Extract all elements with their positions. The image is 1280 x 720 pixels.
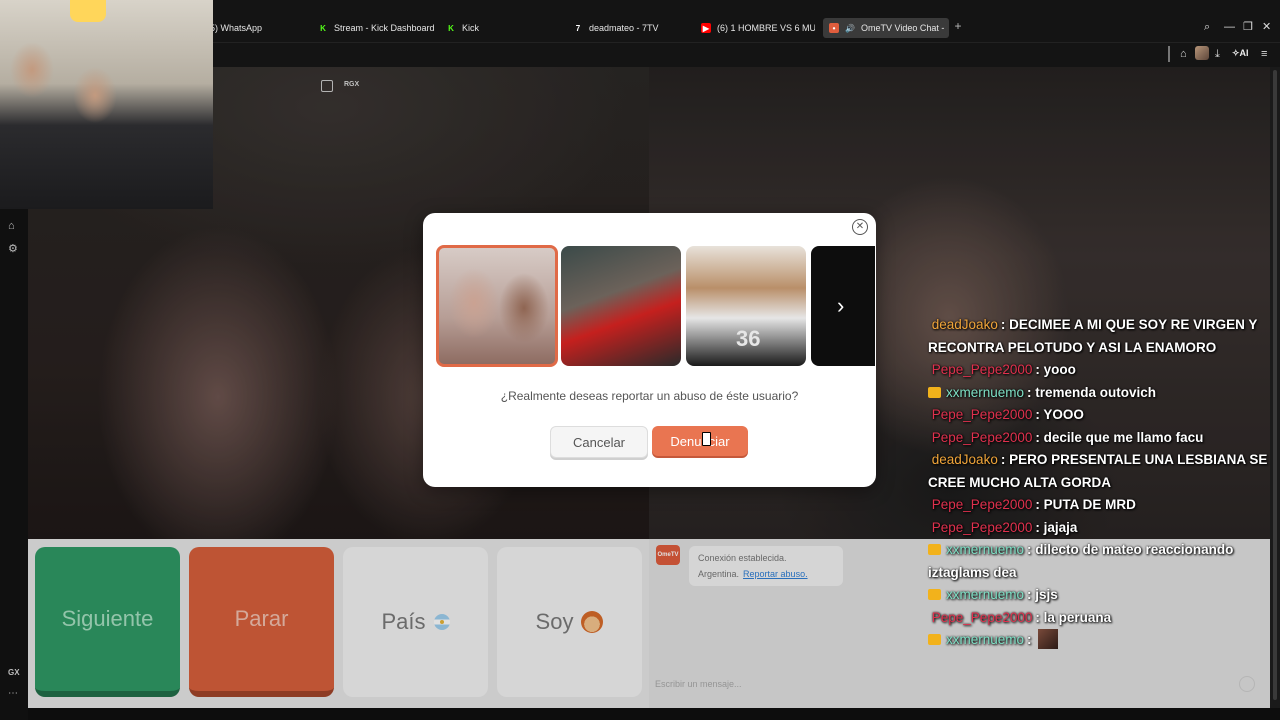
- ceiling-lamp: [70, 0, 106, 22]
- screenshot-thumbnail[interactable]: 36: [686, 246, 806, 366]
- speaker-icon: 🔊: [845, 23, 855, 33]
- youtube-icon: ▶: [701, 23, 711, 33]
- tab-kick[interactable]: K Kick: [446, 18, 556, 38]
- chat-username[interactable]: Pepe_Pepe2000: [932, 497, 1033, 512]
- chat-message: deadJoako: DECIMEE A MI QUE SOY RE VIRGE…: [928, 314, 1268, 359]
- chat-text: : tremenda outovich: [1027, 384, 1157, 400]
- settings-gear-icon[interactable]: ⚙: [8, 242, 18, 255]
- crown-icon: [928, 386, 941, 398]
- screenshot-thumbnail-selected[interactable]: [436, 245, 558, 367]
- chat-message: xxmernuemo: dilecto de mateo reaccionand…: [928, 539, 1268, 584]
- maximize-icon[interactable]: ❐: [1243, 21, 1253, 33]
- extensions-sidebar-icon[interactable]: ⌂: [8, 220, 15, 232]
- kick-icon: K: [320, 23, 326, 33]
- screenshot-thumbnail[interactable]: [561, 246, 681, 366]
- chat-text: : jsjs: [1027, 587, 1058, 602]
- tab-ometv[interactable]: • 🔊 OmeTV Video Chat -: [823, 18, 949, 38]
- chat-username[interactable]: Pepe_Pepe2000: [932, 520, 1033, 535]
- chat-text: : yooo: [1035, 362, 1076, 377]
- streamer-webcam: [0, 0, 213, 209]
- new-tab-button[interactable]: +: [952, 20, 964, 32]
- chat-username[interactable]: Pepe_Pepe2000: [932, 430, 1033, 445]
- report-button[interactable]: Denunciar: [652, 426, 748, 456]
- mouse-cursor: [702, 432, 711, 446]
- close-window-icon[interactable]: ✕: [1262, 21, 1271, 33]
- close-icon[interactable]: ✕: [852, 219, 868, 235]
- toolbar-separator: [1168, 46, 1170, 62]
- chat-username[interactable]: xxmernuemo: [946, 632, 1024, 647]
- chat-username[interactable]: deadJoako: [932, 452, 998, 467]
- 7tv-icon: 7: [575, 23, 581, 33]
- chat-username[interactable]: deadJoako: [932, 317, 998, 332]
- chat-message: deadJoako: PERO PRESENTALE UNA LESBIANA …: [928, 449, 1268, 494]
- jersey-number: 36: [736, 326, 761, 351]
- chat-message: xxmernuemo: jsjs: [928, 584, 1268, 607]
- chat-text: : jajaja: [1035, 519, 1078, 535]
- chat-text: : PUTA DE MRD: [1035, 497, 1136, 512]
- scrollbar-thumb[interactable]: [1273, 70, 1277, 700]
- chat-message: xxmernuemo:: [928, 629, 1268, 652]
- tab-7tv[interactable]: 7 deadmateo - 7TV: [573, 18, 693, 38]
- chat-username[interactable]: Pepe_Pepe2000: [932, 610, 1033, 625]
- download-icon[interactable]: ⤓: [1215, 47, 1220, 61]
- chat-message: Pepe_Pepe2000: PUTA DE MRD: [928, 494, 1268, 517]
- ai-sparkle-icon: ✧: [1232, 48, 1240, 58]
- chat-text: : la peruana: [1035, 609, 1112, 625]
- emote-icon: [1037, 629, 1058, 649]
- chat-message: Pepe_Pepe2000: YOOO: [928, 404, 1268, 427]
- minimize-icon[interactable]: —: [1224, 21, 1235, 33]
- chat-username[interactable]: xxmernuemo: [946, 542, 1024, 557]
- crown-icon: [928, 634, 941, 645]
- chat-message: Pepe_Pepe2000: jajaja: [928, 517, 1268, 540]
- profile-avatar[interactable]: [1195, 46, 1209, 60]
- chat-message: Pepe_Pepe2000: decile que me llamo facu: [928, 427, 1268, 450]
- tab-whatsapp[interactable]: 5) WhatsApp: [210, 18, 305, 38]
- tab-kick-dashboard[interactable]: K Stream - Kick Dashboard: [318, 18, 438, 38]
- ai-label: AI: [1239, 48, 1249, 58]
- tab-label: Stream - Kick Dashboard: [334, 23, 435, 33]
- report-question: ¿Realmente deseas reportar un abuso de é…: [500, 389, 799, 403]
- chat-username[interactable]: xxmernuemo: [946, 587, 1024, 602]
- tab-youtube[interactable]: ▶ (6) 1 HOMBRE VS 6 MUJE: [701, 18, 815, 38]
- chat-username[interactable]: xxmernuemo: [946, 385, 1024, 400]
- kick-icon: K: [448, 23, 454, 33]
- chevron-right-icon[interactable]: ›: [837, 293, 844, 319]
- cancel-button[interactable]: Cancelar: [550, 426, 648, 458]
- chat-message: xxmernuemo: tremenda outovich: [928, 382, 1268, 405]
- ometv-icon: •: [829, 23, 839, 33]
- report-dialog: ✕ 36 › ¿Realmente deseas reportar un abu…: [423, 213, 876, 487]
- search-tabs-icon[interactable]: ⌕: [1204, 21, 1210, 33]
- tab-label: OmeTV Video Chat -: [860, 23, 945, 33]
- chat-text: : YOOO: [1035, 407, 1084, 422]
- extensions-icon[interactable]: ⌂: [1180, 47, 1187, 61]
- tab-label: 5) WhatsApp: [210, 23, 263, 33]
- chat-username[interactable]: Pepe_Pepe2000: [932, 407, 1033, 422]
- tab-label: Kick: [462, 23, 480, 33]
- gx-logo: GX: [8, 668, 20, 677]
- chat-username[interactable]: Pepe_Pepe2000: [932, 362, 1033, 377]
- sidebar-more-icon[interactable]: ⋯: [8, 688, 18, 699]
- menu-icon[interactable]: ≡: [1261, 47, 1267, 61]
- chat-text: :: [1027, 632, 1032, 647]
- chat-message: Pepe_Pepe2000: yooo: [928, 359, 1268, 382]
- tab-label: (6) 1 HOMBRE VS 6 MUJE: [717, 23, 815, 33]
- tab-label: deadmateo - 7TV: [589, 23, 659, 33]
- chat-text: : decile que me llamo facu: [1035, 429, 1204, 445]
- ai-button[interactable]: ✧AI: [1232, 48, 1249, 59]
- crown-icon: [928, 544, 941, 555]
- stream-chat: deadJoako: DECIMEE A MI QUE SOY RE VIRGE…: [928, 314, 1268, 652]
- chat-message: Pepe_Pepe2000: la peruana: [928, 607, 1268, 630]
- crown-icon: [928, 589, 941, 600]
